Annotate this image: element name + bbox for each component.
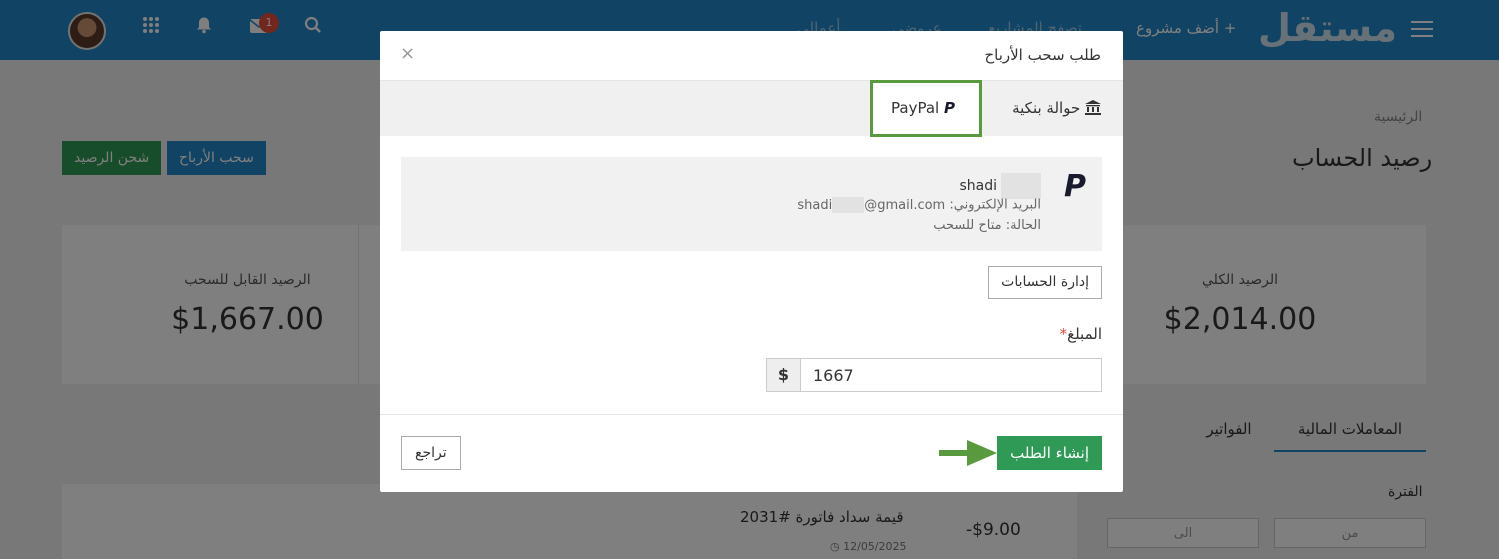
redacted-email [832, 197, 865, 213]
modal-title: طلب سحب الأرباح [984, 46, 1101, 64]
bank-icon [1080, 99, 1101, 117]
amount-input-group: $ [766, 358, 1102, 392]
account-email-domain: @gmail.com [864, 197, 946, 213]
amount-label-text: المبلغ [1067, 325, 1102, 343]
payment-method-tabs: حوالة بنكية P PayPal [380, 80, 1123, 137]
paypal-logo-icon: P [1064, 169, 1086, 204]
modal-footer: إنشاء الطلب تراجع [380, 414, 1123, 492]
account-email-value: shadi @gmail.com [797, 197, 946, 213]
account-name-text: shadi [959, 178, 997, 194]
tab-bank-transfer-label: حوالة بنكية [1012, 99, 1081, 117]
withdraw-modal: طلب سحب الأرباح × حوالة بنكية P PayPal P… [380, 31, 1123, 492]
amount-input[interactable] [801, 359, 1101, 391]
amount-label: المبلغ* [1060, 325, 1102, 343]
manage-accounts-button[interactable]: إدارة الحسابات [988, 266, 1102, 299]
arrow-pointer-icon [939, 440, 997, 466]
account-status: الحالة: متاح للسحب [933, 218, 1041, 233]
tab-bank-transfer[interactable]: حوالة بنكية [1012, 81, 1101, 136]
close-icon[interactable]: × [400, 43, 415, 64]
account-email-prefix: shadi [797, 197, 833, 213]
required-mark: * [1059, 325, 1068, 343]
currency-addon: $ [767, 359, 801, 391]
redacted-surname [1001, 173, 1041, 199]
account-email-label: البريد الإلكتروني: [949, 197, 1041, 213]
paypal-icon: P [943, 99, 955, 117]
modal-header: طلب سحب الأرباح × [380, 31, 1123, 81]
paypal-account-card: P shadi البريد الإلكتروني: shadi @gmail.c… [401, 157, 1102, 251]
tab-paypal[interactable]: P PayPal [870, 80, 982, 137]
account-name: shadi [959, 173, 1041, 199]
tab-paypal-label: PayPal [891, 99, 940, 117]
account-email: البريد الإلكتروني: shadi @gmail.com [797, 197, 1041, 213]
cancel-button[interactable]: تراجع [401, 436, 461, 470]
create-request-button[interactable]: إنشاء الطلب [997, 436, 1102, 470]
